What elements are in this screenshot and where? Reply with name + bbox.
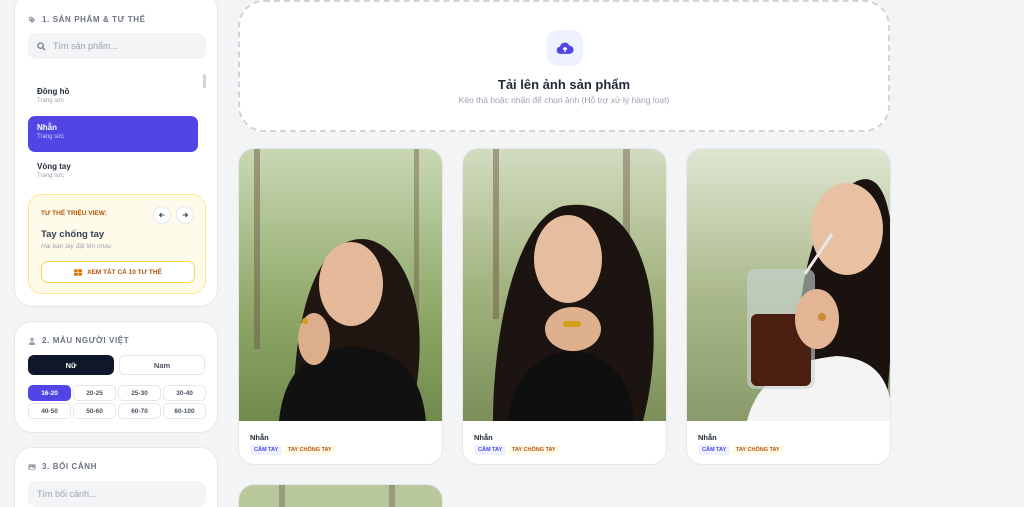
- age-50-60-button[interactable]: 50-60: [73, 403, 116, 419]
- arrow-left-icon: [158, 212, 165, 218]
- result-product-name: Nhẫn: [474, 433, 493, 442]
- background-search-placeholder: Tìm bối cảnh...: [37, 489, 97, 499]
- age-label: 20-25: [86, 389, 103, 397]
- age-label: 80-100: [174, 407, 195, 415]
- result-product-name: Nhẫn: [698, 433, 717, 442]
- age-label: 16-20: [41, 389, 58, 397]
- tag-cam-tay: CẦM TAY: [250, 445, 283, 455]
- pose-description: Hai bàn tay đặt lên nhau: [41, 243, 112, 250]
- tag-pose: TAY CHỐNG TAY: [732, 445, 784, 455]
- tag-label: CẦM TAY: [478, 447, 503, 453]
- age-label: 30-40: [176, 389, 193, 397]
- arrow-right-icon: [182, 212, 189, 218]
- product-item-category: Trang sức: [37, 134, 65, 140]
- pose-panel: TƯ THẾ TRIỆU VIEW: Tay chống tay Hai bàn…: [28, 194, 206, 294]
- product-item-name: Nhẫn: [37, 123, 57, 132]
- products-section-title: 1. SẢN PHẨM & TƯ THẾ: [28, 15, 146, 24]
- product-item-category: Trang sức: [37, 173, 65, 179]
- upload-title: Tải lên ảnh sản phẩm: [497, 77, 631, 92]
- models-card: 2. MẪU NGƯỜI VIỆT Nữ Nam 16-20 20-25 25-…: [14, 321, 218, 433]
- gender-female-label: Nữ: [65, 360, 77, 370]
- tag-label: TAY CHỐNG TAY: [288, 447, 332, 453]
- age-label: 50-60: [86, 407, 103, 415]
- background-card: 3. BỐI CẢNH Tìm bối cảnh...: [14, 447, 218, 507]
- tag-pose: TAY CHỐNG TAY: [284, 445, 336, 455]
- age-label: 25-30: [131, 389, 148, 397]
- gender-female-button[interactable]: Nữ: [28, 355, 114, 375]
- pose-prev-button[interactable]: [153, 206, 171, 224]
- product-item-category: Trang sức: [37, 98, 65, 104]
- age-label: 40-50: [41, 407, 58, 415]
- result-product-name: Nhẫn: [250, 433, 269, 442]
- age-20-25-button[interactable]: 20-25: [73, 385, 116, 401]
- product-photo: [463, 149, 666, 421]
- product-item-vong-tay[interactable]: Vòng tay Trang sức: [28, 155, 198, 191]
- tag-label: CẦM TAY: [702, 447, 727, 453]
- products-title-text: 1. SẢN PHẨM & TƯ THẾ: [42, 15, 146, 24]
- product-photo: [687, 149, 890, 421]
- background-title-text: 3. BỐI CẢNH: [42, 462, 98, 471]
- products-card: 1. SẢN PHẨM & TƯ THẾ Tìm sản phẩm... Đồn…: [14, 0, 218, 307]
- tag-pose: TAY CHỐNG TAY: [508, 445, 560, 455]
- result-card[interactable]: Nhẫn CẦM TAY TAY CHỐNG TAY: [238, 148, 443, 465]
- age-60-70-button[interactable]: 60-70: [118, 403, 161, 419]
- age-25-30-button[interactable]: 25-30: [118, 385, 161, 401]
- tag-label: TAY CHỐNG TAY: [512, 447, 556, 453]
- tag-label: CẦM TAY: [254, 447, 279, 453]
- tag-icon: [28, 16, 36, 23]
- age-label: 60-70: [131, 407, 148, 415]
- upload-subtitle: Kéo thả hoặc nhấn để chọn ảnh (Hỗ trợ xử…: [458, 95, 670, 105]
- age-16-20-button[interactable]: 16-20: [28, 385, 71, 401]
- tag-cam-tay: CẦM TAY: [698, 445, 731, 455]
- pose-name: Tay chống tay: [41, 229, 105, 240]
- pose-header: TƯ THẾ TRIỆU VIEW:: [41, 210, 107, 217]
- result-card[interactable]: Nhẫn CẦM TAY TAY CHỐNG TAY: [686, 148, 891, 465]
- view-all-poses-button[interactable]: XEM TẤT CẢ 10 TƯ THẾ: [41, 261, 195, 283]
- result-card[interactable]: Nhẫn CẦM TAY TAY CHỐNG TAY: [462, 148, 667, 465]
- tag-cam-tay: CẦM TAY: [474, 445, 507, 455]
- background-section-title: 3. BỐI CẢNH: [28, 462, 97, 471]
- product-search-input[interactable]: Tìm sản phẩm...: [28, 33, 206, 59]
- product-item-nhan[interactable]: Nhẫn Trang sức: [28, 116, 198, 152]
- age-30-40-button[interactable]: 30-40: [163, 385, 206, 401]
- user-icon: [28, 337, 36, 345]
- models-section-title: 2. MẪU NGƯỜI VIỆT: [28, 336, 129, 345]
- cloud-upload-icon: [556, 42, 574, 54]
- product-item-name: Vòng tay: [37, 162, 71, 171]
- product-list-scrollbar[interactable]: [203, 74, 206, 88]
- product-item-name: Đồng hồ: [37, 87, 70, 96]
- grid-icon: [74, 268, 83, 276]
- upload-dropzone[interactable]: Tải lên ảnh sản phẩm Kéo thả hoặc nhấn đ…: [238, 0, 890, 132]
- age-80-100-button[interactable]: 80-100: [163, 403, 206, 419]
- upload-icon-wrapper: [547, 30, 583, 66]
- age-40-50-button[interactable]: 40-50: [28, 403, 71, 419]
- image-icon: [28, 463, 36, 470]
- product-item-dong-ho[interactable]: Đồng hồ Trang sức: [28, 80, 198, 116]
- gender-male-label: Nam: [153, 360, 171, 370]
- product-photo: [239, 149, 442, 421]
- pose-next-button[interactable]: [176, 206, 194, 224]
- gender-male-button[interactable]: Nam: [119, 355, 205, 375]
- background-search-input[interactable]: Tìm bối cảnh...: [28, 481, 206, 507]
- view-all-poses-label: XEM TẤT CẢ 10 TƯ THẾ: [87, 268, 162, 276]
- tag-label: TAY CHỐNG TAY: [736, 447, 780, 453]
- models-title-text: 2. MẪU NGƯỜI VIỆT: [42, 336, 130, 345]
- product-search-placeholder: Tìm sản phẩm...: [53, 41, 119, 51]
- result-card-partial[interactable]: [238, 484, 443, 507]
- search-icon: [37, 41, 46, 51]
- product-photo: [239, 485, 442, 507]
